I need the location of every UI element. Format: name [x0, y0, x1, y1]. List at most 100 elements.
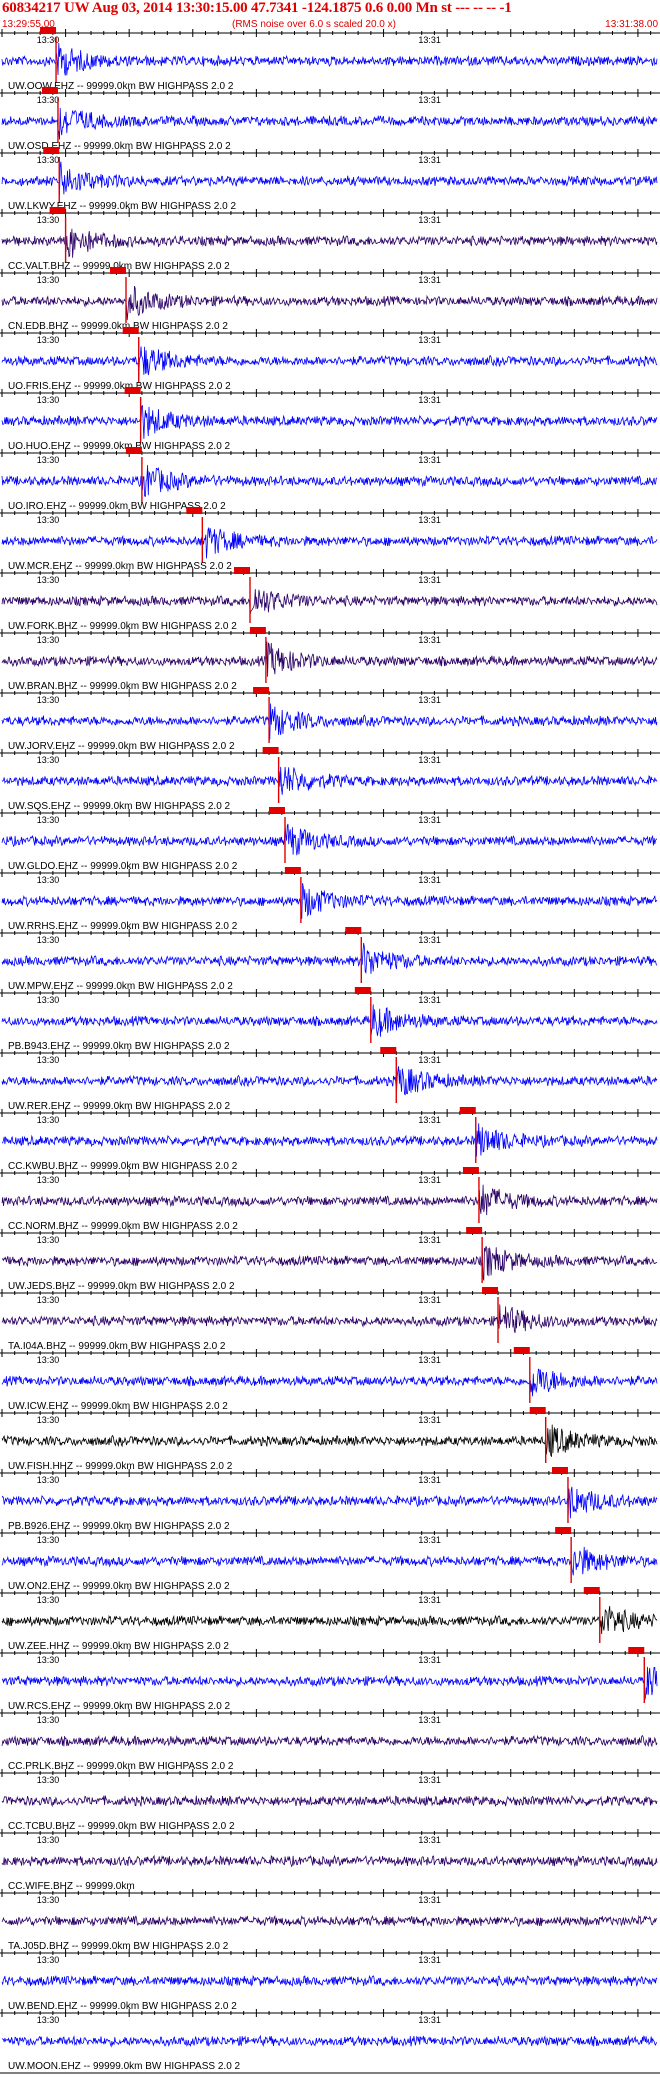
tick-label-1331: 13:31	[418, 1295, 441, 1305]
trace-row: 13:30 13:31 UW.OSD.EHZ -- 99999.0km BW HIG…	[0, 87, 660, 152]
tick-label-1331: 13:31	[418, 1835, 441, 1845]
tick-label-1330: 13:30	[37, 1835, 60, 1845]
tick-label-1331: 13:31	[418, 455, 441, 465]
tick-label-1331: 13:31	[418, 1655, 441, 1665]
tick-label-1331: 13:31	[418, 755, 441, 765]
waveform	[1, 1794, 658, 1808]
station-label: UW.JORV.EHZ -- 99999.0km BW HIGHPASS 2.0…	[8, 741, 235, 752]
waveform	[1, 2034, 658, 2048]
pick-box	[41, 87, 58, 94]
tick-label-1330: 13:30	[37, 155, 60, 165]
tick-label-1330: 13:30	[37, 1475, 60, 1485]
pick-box	[262, 747, 279, 754]
tick-label-1330: 13:30	[37, 215, 60, 225]
tick-label-1330: 13:30	[37, 755, 60, 765]
trace-row: 13:30 13:31 UW.RCS.EHZ -- 99999.0km BW HIG…	[0, 1647, 660, 1712]
pick-box	[354, 987, 371, 994]
tick-label-1330: 13:30	[37, 515, 60, 525]
trace-row: 13:30 13:31 UW.RER.EHZ -- 99999.0km BW HIG…	[0, 1047, 660, 1112]
station-label: UW.OSD.EHZ -- 99999.0km BW HIGHPASS 2.0 …	[8, 141, 231, 152]
tick-label-1331: 13:31	[418, 935, 441, 945]
pick-box	[186, 507, 203, 514]
waveform	[1, 1546, 658, 1576]
tick-label-1330: 13:30	[37, 1775, 60, 1785]
trace-row: 13:30 13:31TA.I04A.BHZ -- 99999.0km BW HI…	[0, 1287, 660, 1352]
tick-label-1331: 13:31	[418, 215, 441, 225]
waveform	[1, 823, 658, 856]
waveform	[1, 1666, 658, 1701]
waveform	[1, 1246, 658, 1282]
tick-label-1331: 13:31	[418, 35, 441, 45]
waveform	[1, 942, 658, 975]
tick-label-1331: 13:31	[418, 1715, 441, 1725]
trace-row: 13:30 13:31 PB.B943.EHZ -- 99999.0km BW HI…	[0, 987, 660, 1052]
tick-label-1331: 13:31	[418, 1955, 441, 1965]
waveform	[1, 161, 658, 196]
tick-label-1331: 13:31	[418, 515, 441, 525]
tick-label-1330: 13:30	[37, 995, 60, 1005]
station-label: UW.MPW.EHZ -- 99999.0km BW HIGHPASS 2.0 …	[8, 981, 233, 992]
station-label: UW.RCS.EHZ -- 99999.0km BW HIGHPASS 2.0 …	[8, 1701, 231, 1712]
trace-row: 13:30 13:31 CC.NORM.BHZ -- 99999.0km BW HI…	[0, 1167, 660, 1232]
station-label: UW.ON2.EHZ -- 99999.0km BW HIGHPASS 2.0 …	[8, 1581, 230, 1592]
tick-label-1331: 13:31	[418, 995, 441, 1005]
pick-box	[249, 627, 266, 634]
trace-row: 13:30 13:31 UW.MPW.EHZ -- 99999.0km BW HIG…	[0, 927, 660, 992]
pick-box	[482, 1287, 499, 1294]
waveform	[1, 1486, 658, 1519]
tick-label-1330: 13:30	[37, 1355, 60, 1365]
station-label: UW.RER.EHZ -- 99999.0km BW HIGHPASS 2.0 …	[8, 1101, 231, 1112]
waveform	[1, 1368, 658, 1397]
tick-label-1330: 13:30	[37, 455, 60, 465]
station-label: UW.ICW.EHZ -- 99999.0km BW HIGHPASS 2.0 …	[8, 1401, 228, 1412]
tick-label-1330: 13:30	[37, 1175, 60, 1185]
trace-row: 13:30 13:31 UW.ICW.EHZ -- 99999.0km BW HIG…	[0, 1347, 660, 1412]
tick-label-1330: 13:30	[37, 1595, 60, 1605]
station-label: UW.BRAN.BHZ -- 99999.0km BW HIGHPASS 2.0…	[8, 681, 237, 692]
trace-row: 13:30 13:31 UW.FISH.HHZ -- 99999.0km BW HI…	[0, 1407, 660, 1472]
tick-label-1331: 13:31	[418, 575, 441, 585]
waveform	[1, 641, 658, 677]
station-label: UW.LKWY.EHZ -- 99999.0km BW HIGHPASS 2.0…	[8, 201, 236, 212]
tick-label-1330: 13:30	[37, 935, 60, 945]
station-label: UW.BEND.EHZ -- 99999.0km BW HIGHPASS 2.0…	[8, 2001, 237, 2012]
station-label: UO.FRIS.EHZ -- 99999.0km BW HIGHPASS 2.0…	[8, 381, 231, 392]
station-label: UW.RRHS.EHZ -- 99999.0km BW HIGHPASS 2.0…	[8, 921, 238, 932]
tick-label-1330: 13:30	[37, 2015, 60, 2025]
trace-row: 13:30 13:31 UW.RRHS.EHZ -- 99999.0km BW HI…	[0, 867, 660, 932]
tick-label-1331: 13:31	[418, 695, 441, 705]
station-label: PB.B926.EHZ -- 99999.0km BW HIGHPASS 2.0…	[8, 1521, 230, 1532]
tick-label-1330: 13:30	[37, 1535, 60, 1545]
pick-box	[380, 1047, 397, 1054]
waveform	[1, 404, 658, 439]
trace-row: 13:30 13:31 UW.BEND.EHZ -- 99999.0km BW HI…	[0, 1949, 660, 2012]
trace-row: 13:30 13:31 CC.PRLK.BHZ -- 99999.0km BW HI…	[0, 1709, 660, 1772]
tick-label-1331: 13:31	[418, 635, 441, 645]
pick-box	[253, 687, 270, 694]
tick-label-1330: 13:30	[37, 1895, 60, 1905]
trace-row: 13:30 13:31 UW.FORK.BHZ -- 99999.0km BW HI…	[0, 567, 660, 632]
trace-row: 13:30 13:31 CN.EDB.BHZ -- 99999.0km BW HIG…	[0, 267, 660, 332]
trace-row: 13:30 13:31UW.OOW.EHZ -- 99999.0km BW HIG…	[0, 27, 660, 92]
trace-row: 13:30 13:31 UW.ZEE.HHZ -- 99999.0km BW HIG…	[0, 1587, 660, 1652]
waveform	[1, 703, 658, 740]
waveform	[1, 42, 658, 76]
tick-label-1330: 13:30	[37, 395, 60, 405]
waveform	[1, 1606, 658, 1635]
tick-label-1331: 13:31	[418, 2015, 441, 2025]
trace-row: 13:30 13:31UO.IRO.EHZ -- 99999.0km BW HIG…	[0, 447, 660, 512]
tick-label-1330: 13:30	[37, 335, 60, 345]
station-label: CC.TCBU.BHZ -- 99999.0km BW HIGHPASS 2.0…	[8, 1821, 235, 1832]
tick-label-1331: 13:31	[418, 1415, 441, 1425]
pick-box	[529, 1407, 546, 1414]
station-label: UW.OOW.EHZ -- 99999.0km BW HIGHPASS 2.0 …	[8, 81, 234, 92]
tick-label-1331: 13:31	[418, 95, 441, 105]
waveform	[1, 228, 658, 258]
station-label: UW.SQS.EHZ -- 99999.0km BW HIGHPASS 2.0 …	[8, 801, 231, 812]
tick-label-1330: 13:30	[37, 1295, 60, 1305]
station-label: CN.EDB.BHZ -- 99999.0km BW HIGHPASS 2.0 …	[8, 321, 228, 332]
tick-label-1330: 13:30	[37, 1055, 60, 1065]
pick-box	[462, 1167, 479, 1174]
tick-label-1330: 13:30	[37, 1655, 60, 1665]
tick-label-1330: 13:30	[37, 95, 60, 105]
